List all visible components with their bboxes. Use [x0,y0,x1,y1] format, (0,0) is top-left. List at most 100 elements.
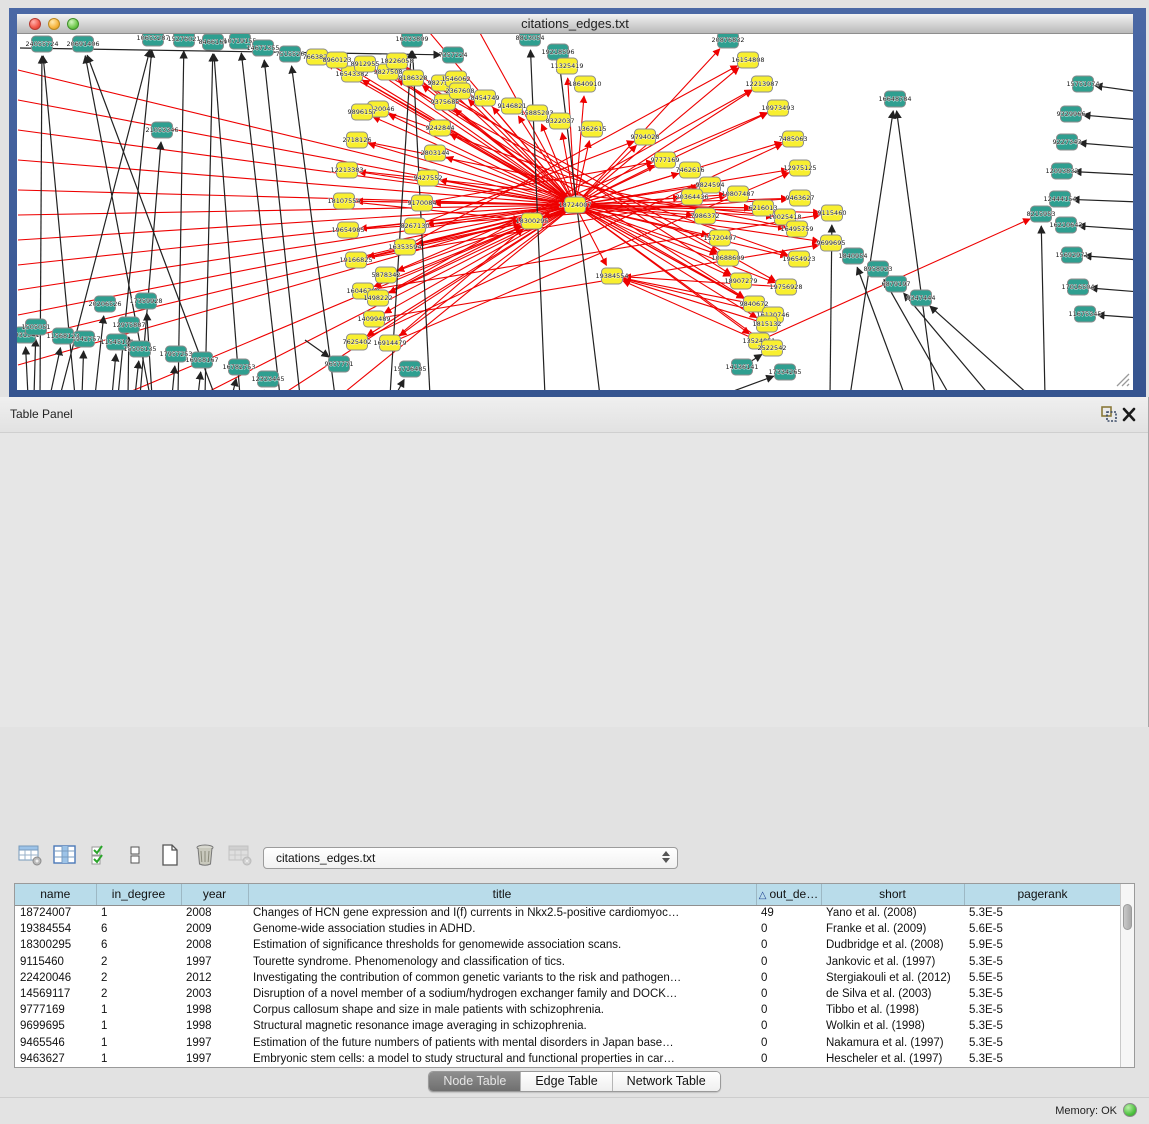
network-node[interactable]: 15692971 [1055,247,1088,263]
table-select-dropdown[interactable]: citations_edges.txt [263,847,678,869]
column-header-name[interactable]: name [15,884,96,905]
network-node[interactable]: 1362615 [578,121,607,137]
network-node[interactable]: 9427552 [414,170,443,186]
network-node[interactable]: 9896157 [348,104,377,120]
table-row[interactable]: 1872400712008Changes of HCN gene express… [15,905,1121,921]
network-edge[interactable] [241,53,280,390]
network-edge[interactable] [1041,226,1045,390]
network-node[interactable]: 7515526 [276,46,305,62]
zoom-window-icon[interactable] [67,18,79,30]
tab-edge-table[interactable]: Edge Table [521,1072,612,1091]
table-row[interactable]: 911546021997Tourette syndrome. Phenomeno… [15,954,1121,970]
network-node[interactable]: 12093832 [1045,163,1078,179]
network-node[interactable]: 7485063 [779,131,808,147]
network-edge[interactable] [232,379,236,390]
network-node[interactable]: 8454749 [471,90,500,106]
select-rows-button[interactable] [88,843,112,867]
delete-table-button-disabled[interactable] [228,843,252,867]
close-window-icon[interactable] [29,18,41,30]
network-node[interactable]: 2522542 [758,340,787,356]
resize-grip-icon[interactable] [1115,372,1131,388]
network-node[interactable]: 21053346 [145,122,178,138]
network-edge[interactable] [34,339,36,390]
network-node[interactable]: 15276021 [167,34,200,47]
network-node[interactable]: 9242844 [426,120,455,136]
column-header-out_de[interactable]: △out_de… [756,884,821,905]
network-edge[interactable] [395,379,404,390]
network-edge[interactable] [720,376,774,390]
network-node[interactable]: 1505051 [22,319,51,335]
network-node[interactable]: 12323445 [251,371,284,387]
network-node[interactable]: 18640910 [568,76,601,92]
network-node[interactable]: 17016504 [1061,279,1094,295]
table-scrollbar-thumb[interactable] [1123,904,1132,930]
minimize-window-icon[interactable] [48,18,60,30]
network-node[interactable]: 12444154 [1043,191,1076,207]
network-node[interactable]: 19654985 [331,222,364,238]
network-edge[interactable] [1079,143,1133,148]
network-node[interactable]: 10653287 [136,34,169,46]
network-edge[interactable] [1090,288,1133,292]
new-table-button[interactable] [158,843,182,867]
table-row[interactable]: 946362711997Embryonic stem cells: a mode… [15,1051,1121,1067]
network-edge[interactable] [135,361,139,390]
column-header-pagerank[interactable]: pagerank [964,884,1121,905]
network-node[interactable]: 7986372 [691,208,720,224]
network-node[interactable]: 6879197 [882,276,911,292]
network-node[interactable]: 9794028 [631,129,660,145]
network-node[interactable]: 9347444 [907,290,936,306]
network-node[interactable]: 7625402 [343,334,372,350]
column-header-year[interactable]: year [181,884,248,905]
network-node[interactable]: 9699695 [817,235,846,251]
network-edge[interactable] [40,56,42,390]
network-edge[interactable] [26,347,28,390]
memory-status-icon[interactable] [1123,1103,1137,1117]
network-edge[interactable] [198,372,201,390]
network-node[interactable]: 5878342 [372,267,401,283]
network-node[interactable]: 24055724 [25,36,58,52]
network-node[interactable]: 1840954 [839,248,868,264]
network-edge[interactable] [305,340,329,357]
table-row[interactable]: 1830029562008Estimation of significance … [15,937,1121,953]
network-node[interactable]: 1815132 [753,316,782,332]
network-node[interactable]: 8186328 [399,70,428,86]
network-node[interactable]: 19756928 [769,279,802,295]
network-edge[interactable] [18,205,565,215]
network-node[interactable]: 9657771 [325,356,354,372]
network-node[interactable]: 16914479 [373,335,406,351]
network-edge[interactable] [178,51,184,390]
network-node[interactable]: 8813054 [516,34,545,46]
network-node[interactable]: 14136141 [725,359,758,375]
network-node[interactable]: 12213987 [745,76,778,92]
network-node[interactable]: 9227343 [1053,134,1082,150]
network-node[interactable]: 16648784 [878,91,911,107]
network-node[interactable]: 16782753 [222,359,255,375]
table-settings-button[interactable] [18,843,42,867]
network-edge[interactable] [904,293,990,390]
float-panel-icon[interactable] [1100,405,1118,423]
network-node[interactable]: 20206526 [88,296,121,312]
network-node[interactable]: 8215953 [1027,206,1056,222]
network-node[interactable]: 2803144 [421,145,450,161]
network-node[interactable]: 17334265 [768,364,801,380]
network-node[interactable]: 9170084 [408,195,437,211]
table-row[interactable]: 946554611997Estimation of the future num… [15,1035,1121,1051]
network-node[interactable]: 16033809 [395,34,428,47]
network-node[interactable]: 1498222 [364,290,393,306]
network-edge[interactable] [112,354,116,390]
network-edge[interactable] [292,66,335,390]
network-edge[interactable] [1084,256,1133,260]
table-scrollbar[interactable] [1120,884,1134,1067]
network-node[interactable]: 16154808 [731,52,764,68]
network-node[interactable]: 8912955 [351,56,380,72]
network-node[interactable]: 8960123 [323,52,352,68]
network-node[interactable]: 19654923 [782,251,815,267]
column-header-title[interactable]: title [248,884,756,905]
table-row[interactable]: 977716911998Corpus callosum shape and si… [15,1002,1121,1018]
table-row[interactable]: 969969511998Structural magnetic resonanc… [15,1018,1121,1034]
select-column-button[interactable] [53,843,77,867]
network-node[interactable]: 7357224 [439,47,468,63]
column-header-short[interactable]: short [821,884,964,905]
network-edge[interactable] [930,306,1030,390]
network-edge[interactable] [1083,115,1133,120]
